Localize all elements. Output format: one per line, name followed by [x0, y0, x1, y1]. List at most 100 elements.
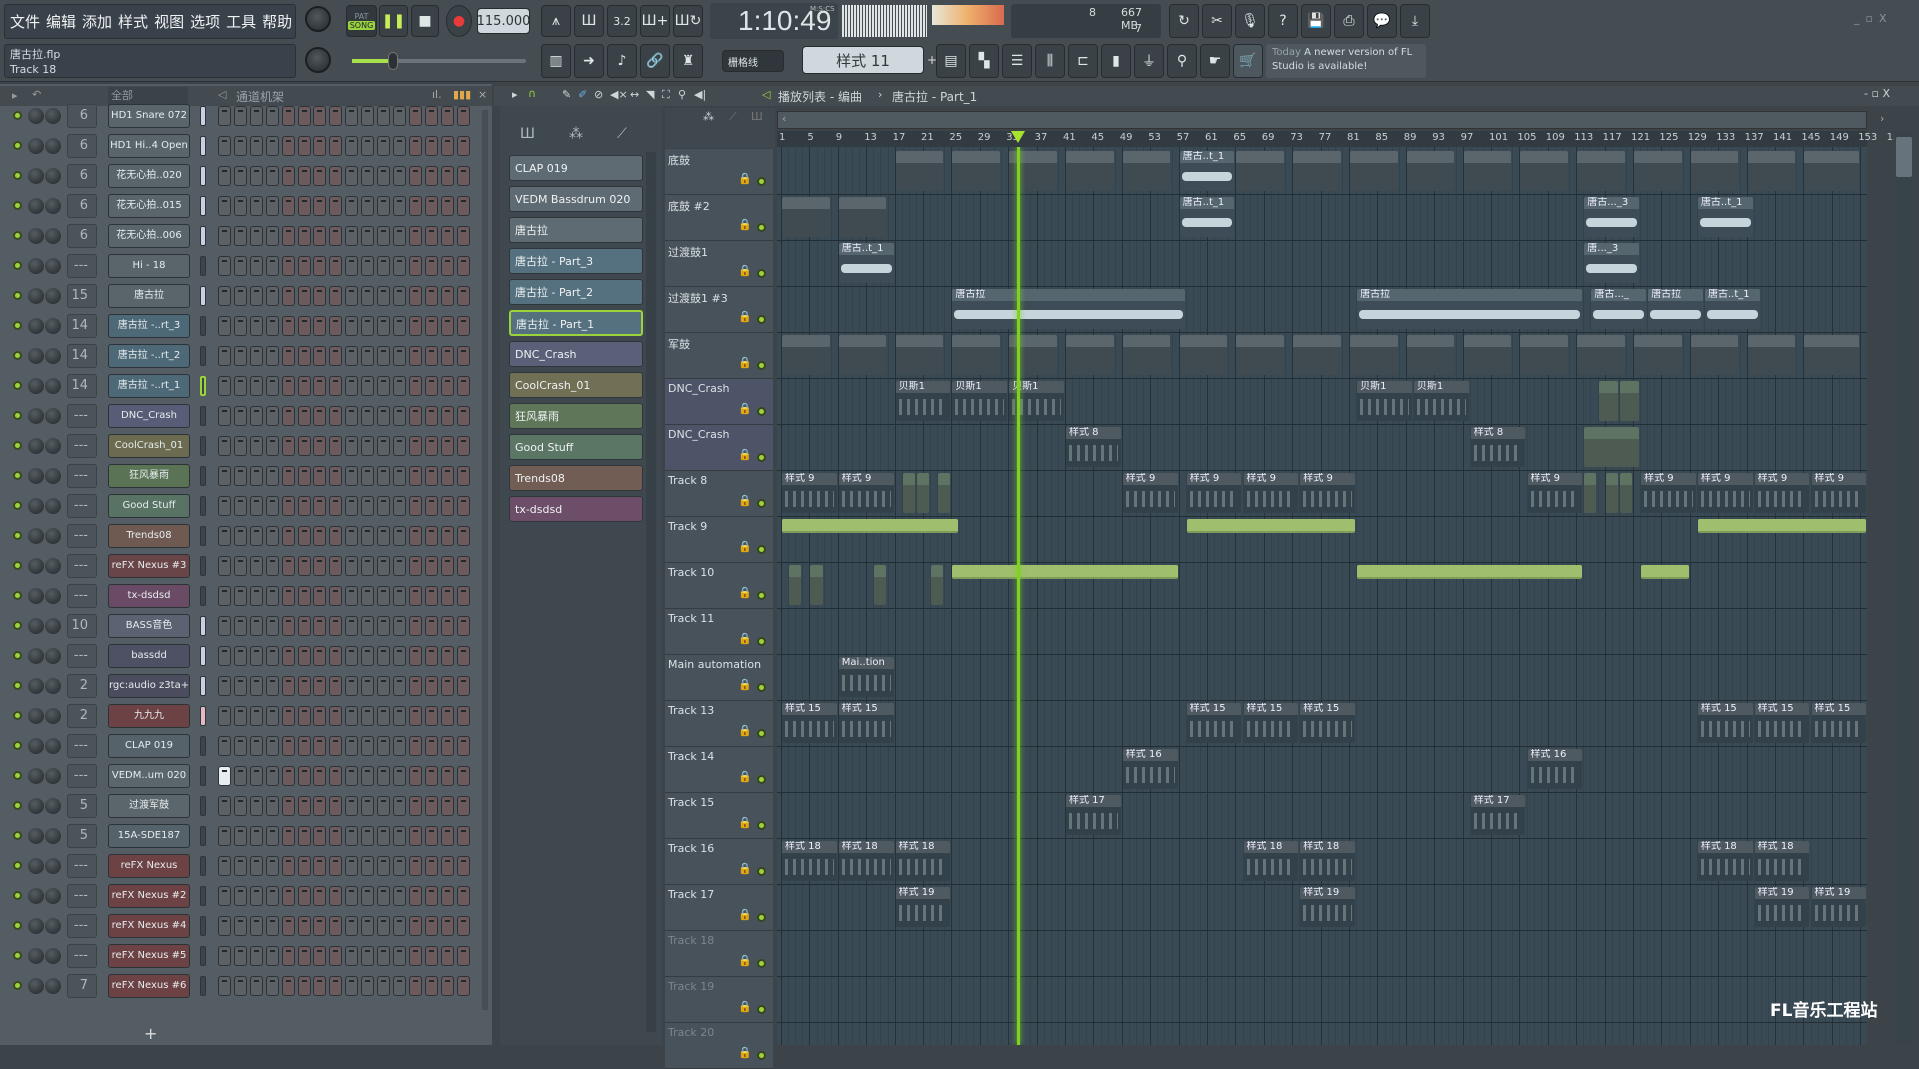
step-button[interactable]: [424, 886, 438, 906]
channel-pan-knob[interactable]: [28, 978, 44, 994]
step-button[interactable]: [377, 736, 390, 756]
channel-mute-led[interactable]: [13, 801, 22, 810]
mixer-track-number[interactable]: 6: [67, 104, 97, 128]
minimize-icon[interactable]: -: [1864, 87, 1868, 100]
master-pitch-knob[interactable]: [305, 47, 331, 73]
channel-select-indicator[interactable]: [200, 706, 206, 726]
step-button[interactable]: [424, 316, 438, 336]
step-button[interactable]: [329, 286, 343, 306]
channel-mute-led[interactable]: [13, 171, 22, 180]
channel-select-indicator[interactable]: [200, 496, 206, 516]
track-header[interactable]: 底鼓 #2 🔒: [665, 195, 773, 241]
undo-icon[interactable]: ↶: [32, 88, 41, 101]
step-button[interactable]: [297, 466, 311, 486]
playlist-clip[interactable]: 样式 18: [1754, 841, 1810, 881]
playlist-clip[interactable]: 样式 9: [1243, 473, 1299, 513]
step-button[interactable]: [265, 856, 279, 876]
step-button[interactable]: [281, 736, 295, 756]
step-button[interactable]: [281, 376, 295, 396]
channel-mute-led[interactable]: [13, 981, 22, 990]
playlist-clip[interactable]: [952, 335, 1001, 375]
playlist-clip[interactable]: [1577, 151, 1625, 191]
channel-volume-knob[interactable]: [45, 408, 61, 424]
playlist-clip[interactable]: [1350, 335, 1398, 375]
step-button[interactable]: [408, 616, 422, 636]
step-button[interactable]: [408, 646, 422, 666]
step-button[interactable]: [377, 526, 390, 546]
step-button[interactable]: [408, 706, 422, 726]
playlist-clip[interactable]: [874, 565, 887, 605]
channel-pan-knob[interactable]: [28, 108, 44, 124]
pattern-item[interactable]: CLAP 019: [509, 155, 643, 181]
step-button[interactable]: [281, 706, 295, 726]
step-button[interactable]: [408, 226, 422, 246]
step-button[interactable]: [361, 976, 375, 996]
channel-select-indicator[interactable]: [200, 196, 206, 216]
channel-select-indicator[interactable]: [200, 316, 206, 336]
step-button[interactable]: [233, 376, 247, 396]
step-button[interactable]: [456, 406, 470, 426]
step-button[interactable]: [233, 136, 247, 156]
playlist-clip[interactable]: 样式 18: [1300, 841, 1356, 881]
close-icon[interactable]: X: [1882, 87, 1890, 100]
track-header[interactable]: Track 11 🔒: [665, 609, 773, 655]
step-button[interactable]: [249, 256, 263, 276]
channel-mute-led[interactable]: [13, 411, 22, 420]
step-button[interactable]: [361, 526, 375, 546]
step-button[interactable]: [313, 256, 327, 276]
step-button[interactable]: [361, 916, 375, 936]
channel-name-button[interactable]: reFX Nexus #3: [108, 554, 190, 578]
playlist-clip[interactable]: [782, 519, 958, 533]
channel-volume-knob[interactable]: [45, 738, 61, 754]
channel-mute-led[interactable]: [13, 771, 22, 780]
step-button[interactable]: [408, 286, 422, 306]
step-button[interactable]: [313, 406, 327, 426]
playlist-clip[interactable]: 样式 15: [782, 703, 837, 743]
playlist-overview[interactable]: [777, 111, 1867, 129]
close-rack-icon[interactable]: ×: [478, 88, 487, 101]
step-button[interactable]: [233, 586, 247, 606]
playhead-marker-icon[interactable]: [1010, 131, 1025, 143]
step-button[interactable]: [456, 226, 470, 246]
track-lock-icon[interactable]: 🔒: [738, 816, 752, 829]
menu-tools[interactable]: 工具: [226, 11, 256, 32]
step-button[interactable]: [297, 796, 311, 816]
channel-mute-led[interactable]: [13, 831, 22, 840]
step-button[interactable]: [313, 316, 327, 336]
track-lock-icon[interactable]: 🔒: [738, 448, 752, 461]
step-button[interactable]: [249, 706, 263, 726]
step-button[interactable]: [281, 556, 295, 576]
step-button[interactable]: [456, 946, 470, 966]
track-header[interactable]: 过渡鼓1 🔒: [665, 241, 773, 287]
channel-pan-knob[interactable]: [28, 528, 44, 544]
step-button[interactable]: [424, 976, 438, 996]
master-volume-knob[interactable]: [305, 6, 331, 32]
step-button[interactable]: [345, 976, 359, 996]
step-button[interactable]: [408, 586, 422, 606]
channel-select-indicator[interactable]: [200, 136, 206, 156]
picker-scrollbar[interactable]: [646, 152, 656, 1032]
performance-button[interactable]: ⚲: [1167, 44, 1197, 78]
step-button[interactable]: [440, 376, 454, 396]
menu-help[interactable]: 帮助: [262, 11, 292, 32]
mixer-track-number[interactable]: ---: [67, 644, 97, 668]
channel-name-button[interactable]: reFX Nexus #6: [108, 974, 190, 998]
step-button[interactable]: [329, 556, 343, 576]
step-button[interactable]: [392, 766, 406, 786]
playlist-menu-arrow-icon[interactable]: ▸: [512, 88, 518, 101]
step-button[interactable]: [281, 166, 295, 186]
cut-button[interactable]: ✂: [1202, 4, 1232, 38]
step-button[interactable]: [361, 136, 375, 156]
channel-mute-led[interactable]: [13, 561, 22, 570]
step-button[interactable]: [424, 466, 438, 486]
step-button[interactable]: [345, 316, 359, 336]
playlist-clip[interactable]: [1463, 335, 1512, 375]
channel-select-indicator[interactable]: [200, 916, 206, 936]
step-button[interactable]: [456, 766, 470, 786]
step-button[interactable]: [392, 796, 406, 816]
mixer-track-number[interactable]: 14: [67, 314, 97, 338]
step-button[interactable]: [392, 586, 406, 606]
step-button[interactable]: [377, 166, 390, 186]
step-button[interactable]: [456, 316, 470, 336]
channel-volume-knob[interactable]: [45, 438, 61, 454]
